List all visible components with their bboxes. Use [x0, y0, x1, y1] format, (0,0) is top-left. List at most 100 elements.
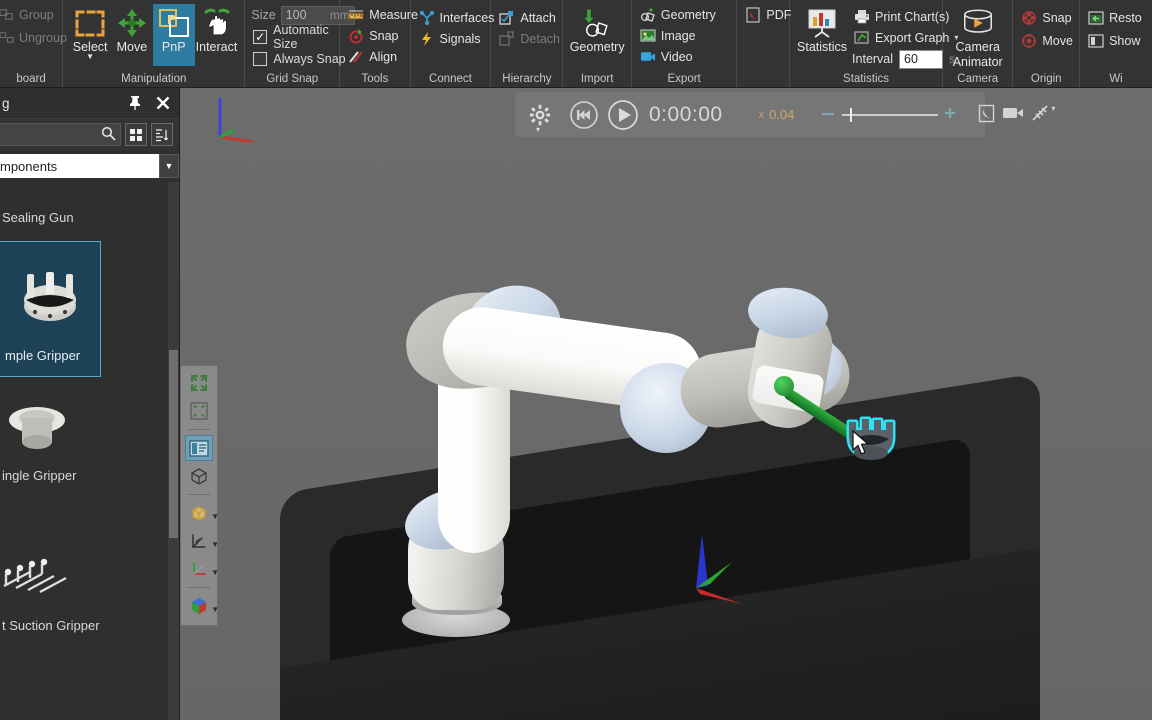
search-input[interactable]	[0, 123, 121, 146]
attach-button[interactable]: Attach	[497, 7, 565, 28]
pin-icon[interactable]	[127, 95, 143, 111]
export-geometry-label: Geometry	[660, 7, 716, 22]
always-snap-checkbox[interactable]	[253, 52, 268, 66]
signals-button[interactable]: Signals	[417, 28, 500, 49]
statistics-button[interactable]: Statistics	[796, 4, 848, 55]
simulation-record-tools: ▾	[978, 104, 1055, 126]
align-icon	[348, 49, 364, 65]
simulation-settings-button[interactable]: ▾	[529, 104, 551, 134]
category-select[interactable]: mponents	[0, 154, 159, 178]
ribbon-group-window: Resto Show Wi	[1080, 0, 1152, 87]
camera-animator-button[interactable]: Camera Animator	[949, 4, 1006, 69]
dragged-gripper-component[interactable]	[840, 413, 902, 471]
interact-tool-label: Interact	[195, 40, 238, 54]
group-label-export: Export	[667, 73, 701, 85]
export-video-button[interactable]: Video	[638, 46, 721, 67]
export-geometry-icon	[640, 7, 656, 23]
ungroup-label: Ungroup	[19, 30, 67, 45]
move-tool-label: Move	[116, 40, 148, 54]
slider-handle[interactable]	[850, 107, 853, 122]
simulation-speed-slider[interactable]	[820, 107, 956, 122]
camera-animator-label-1: Camera	[955, 40, 1000, 54]
interfaces-node-icon	[419, 10, 435, 26]
chevron-down-icon[interactable]: ▼	[211, 540, 219, 549]
automatic-size-checkbox[interactable]: ✓	[253, 30, 268, 44]
interact-tool-button[interactable]: Interact	[195, 4, 239, 55]
origin-move-label: Move	[1042, 33, 1073, 48]
select-tool-button[interactable]: Select ▼	[69, 4, 111, 60]
import-geometry-label: Geometry	[569, 40, 625, 54]
record-pdf-icon[interactable]	[978, 104, 995, 126]
chevron-down-icon[interactable]: ▼	[211, 512, 219, 521]
list-item[interactable]: mple Gripper	[0, 241, 101, 377]
move-arrows-icon	[115, 6, 149, 40]
detach-label: Detach	[520, 31, 560, 46]
group-label-tools: Tools	[361, 73, 389, 85]
origin-axes-icon[interactable]: ▼	[185, 556, 219, 582]
always-snap-row[interactable]: Always Snap	[251, 48, 354, 70]
group-label-manipulation: Manipulation	[121, 73, 187, 85]
fit-view-icon[interactable]	[185, 370, 213, 396]
play-simulation-button[interactable]	[607, 99, 639, 131]
search-icon[interactable]	[101, 126, 116, 144]
group-label-hierarchy: Hierarchy	[502, 73, 552, 85]
ungroup-button[interactable]: Ungroup	[0, 27, 72, 48]
grid-view-icon[interactable]	[125, 123, 147, 146]
detach-button[interactable]: Detach	[497, 28, 565, 49]
chevron-down-icon[interactable]: ▼	[159, 154, 179, 178]
close-icon[interactable]	[155, 95, 171, 111]
interval-input[interactable]: 60	[899, 49, 944, 69]
coordinate-frames-icon[interactable]: ▼	[185, 528, 219, 554]
chevron-down-icon[interactable]: ▼	[211, 605, 219, 614]
import-geometry-button[interactable]: Geometry	[569, 4, 626, 55]
ribbon-group-origin: Snap Move Origin	[1013, 0, 1081, 87]
application-window: Group Ungroup board Select ▼ Move PnP In…	[0, 0, 1152, 720]
select-dropdown-caret[interactable]: ▼	[86, 52, 94, 60]
3d-viewport[interactable]: ▼ ▼ ▼ ▼ ▾ 0:00:00 x 0.04 ▾	[180, 88, 1152, 720]
automatic-size-row[interactable]: ✓ Automatic Size	[251, 23, 354, 51]
signals-label: Signals	[439, 31, 481, 46]
chevron-down-icon[interactable]: ▼	[211, 568, 219, 577]
trace-caret-icon[interactable]: ▾	[1051, 104, 1055, 113]
show-window-button[interactable]: Show	[1086, 30, 1147, 51]
group-label-grid-snap: Grid Snap	[266, 73, 319, 85]
speed-fast-icon[interactable]	[944, 107, 956, 122]
panel-scrollbar[interactable]: ▲	[168, 182, 179, 720]
simulation-time: 0:00:00	[649, 102, 723, 126]
mouse-cursor	[852, 429, 870, 456]
catalog-item-list[interactable]: Sealing Gun mple Gripper ingle Gripper t…	[0, 182, 179, 720]
list-item[interactable]: t Suction Gripper	[0, 542, 166, 633]
speed-slow-icon[interactable]	[820, 108, 836, 122]
panel-title-bar: g	[0, 88, 179, 118]
ribbon-group-clipboard: Group Ungroup board	[0, 0, 67, 87]
pnp-tool-button[interactable]: PnP	[152, 4, 195, 66]
export-image-button[interactable]: Image	[638, 25, 721, 46]
group-button[interactable]: Group	[0, 4, 72, 25]
component-colors-icon[interactable]: ▼	[185, 593, 219, 619]
restore-window-button[interactable]: Resto	[1086, 7, 1147, 28]
zoom-selection-icon[interactable]	[185, 398, 213, 424]
attach-icon	[499, 10, 515, 26]
trace-icon[interactable]: ▾	[1031, 104, 1055, 125]
render-style-icon[interactable]: ▼	[185, 500, 219, 526]
settings-caret-icon[interactable]: ▾	[536, 125, 540, 134]
export-geometry-button[interactable]: Geometry	[638, 4, 721, 25]
move-tool-button[interactable]: Move	[111, 4, 153, 55]
reset-simulation-button[interactable]	[569, 100, 599, 130]
slider-track[interactable]	[842, 107, 939, 122]
group-label-statistics: Statistics	[843, 73, 890, 85]
scrollbar-thumb[interactable]	[169, 350, 178, 538]
show-panel-icon[interactable]	[185, 435, 213, 461]
sort-list-icon[interactable]	[151, 123, 173, 146]
list-item[interactable]: ingle Gripper	[0, 392, 166, 483]
record-video-icon[interactable]	[1002, 106, 1024, 123]
xyz-axes-gizmo	[680, 518, 770, 608]
export-video-icon	[640, 49, 656, 65]
wireframe-cube-icon[interactable]	[185, 463, 213, 489]
origin-move-button[interactable]: Move	[1019, 30, 1078, 51]
export-pdf-button[interactable]: PDF	[743, 4, 796, 25]
interfaces-button[interactable]: Interfaces	[417, 7, 500, 28]
origin-snap-button[interactable]: Snap	[1019, 7, 1078, 28]
always-snap-label: Always Snap	[273, 52, 346, 66]
list-item[interactable]: Sealing Gun	[0, 210, 166, 225]
